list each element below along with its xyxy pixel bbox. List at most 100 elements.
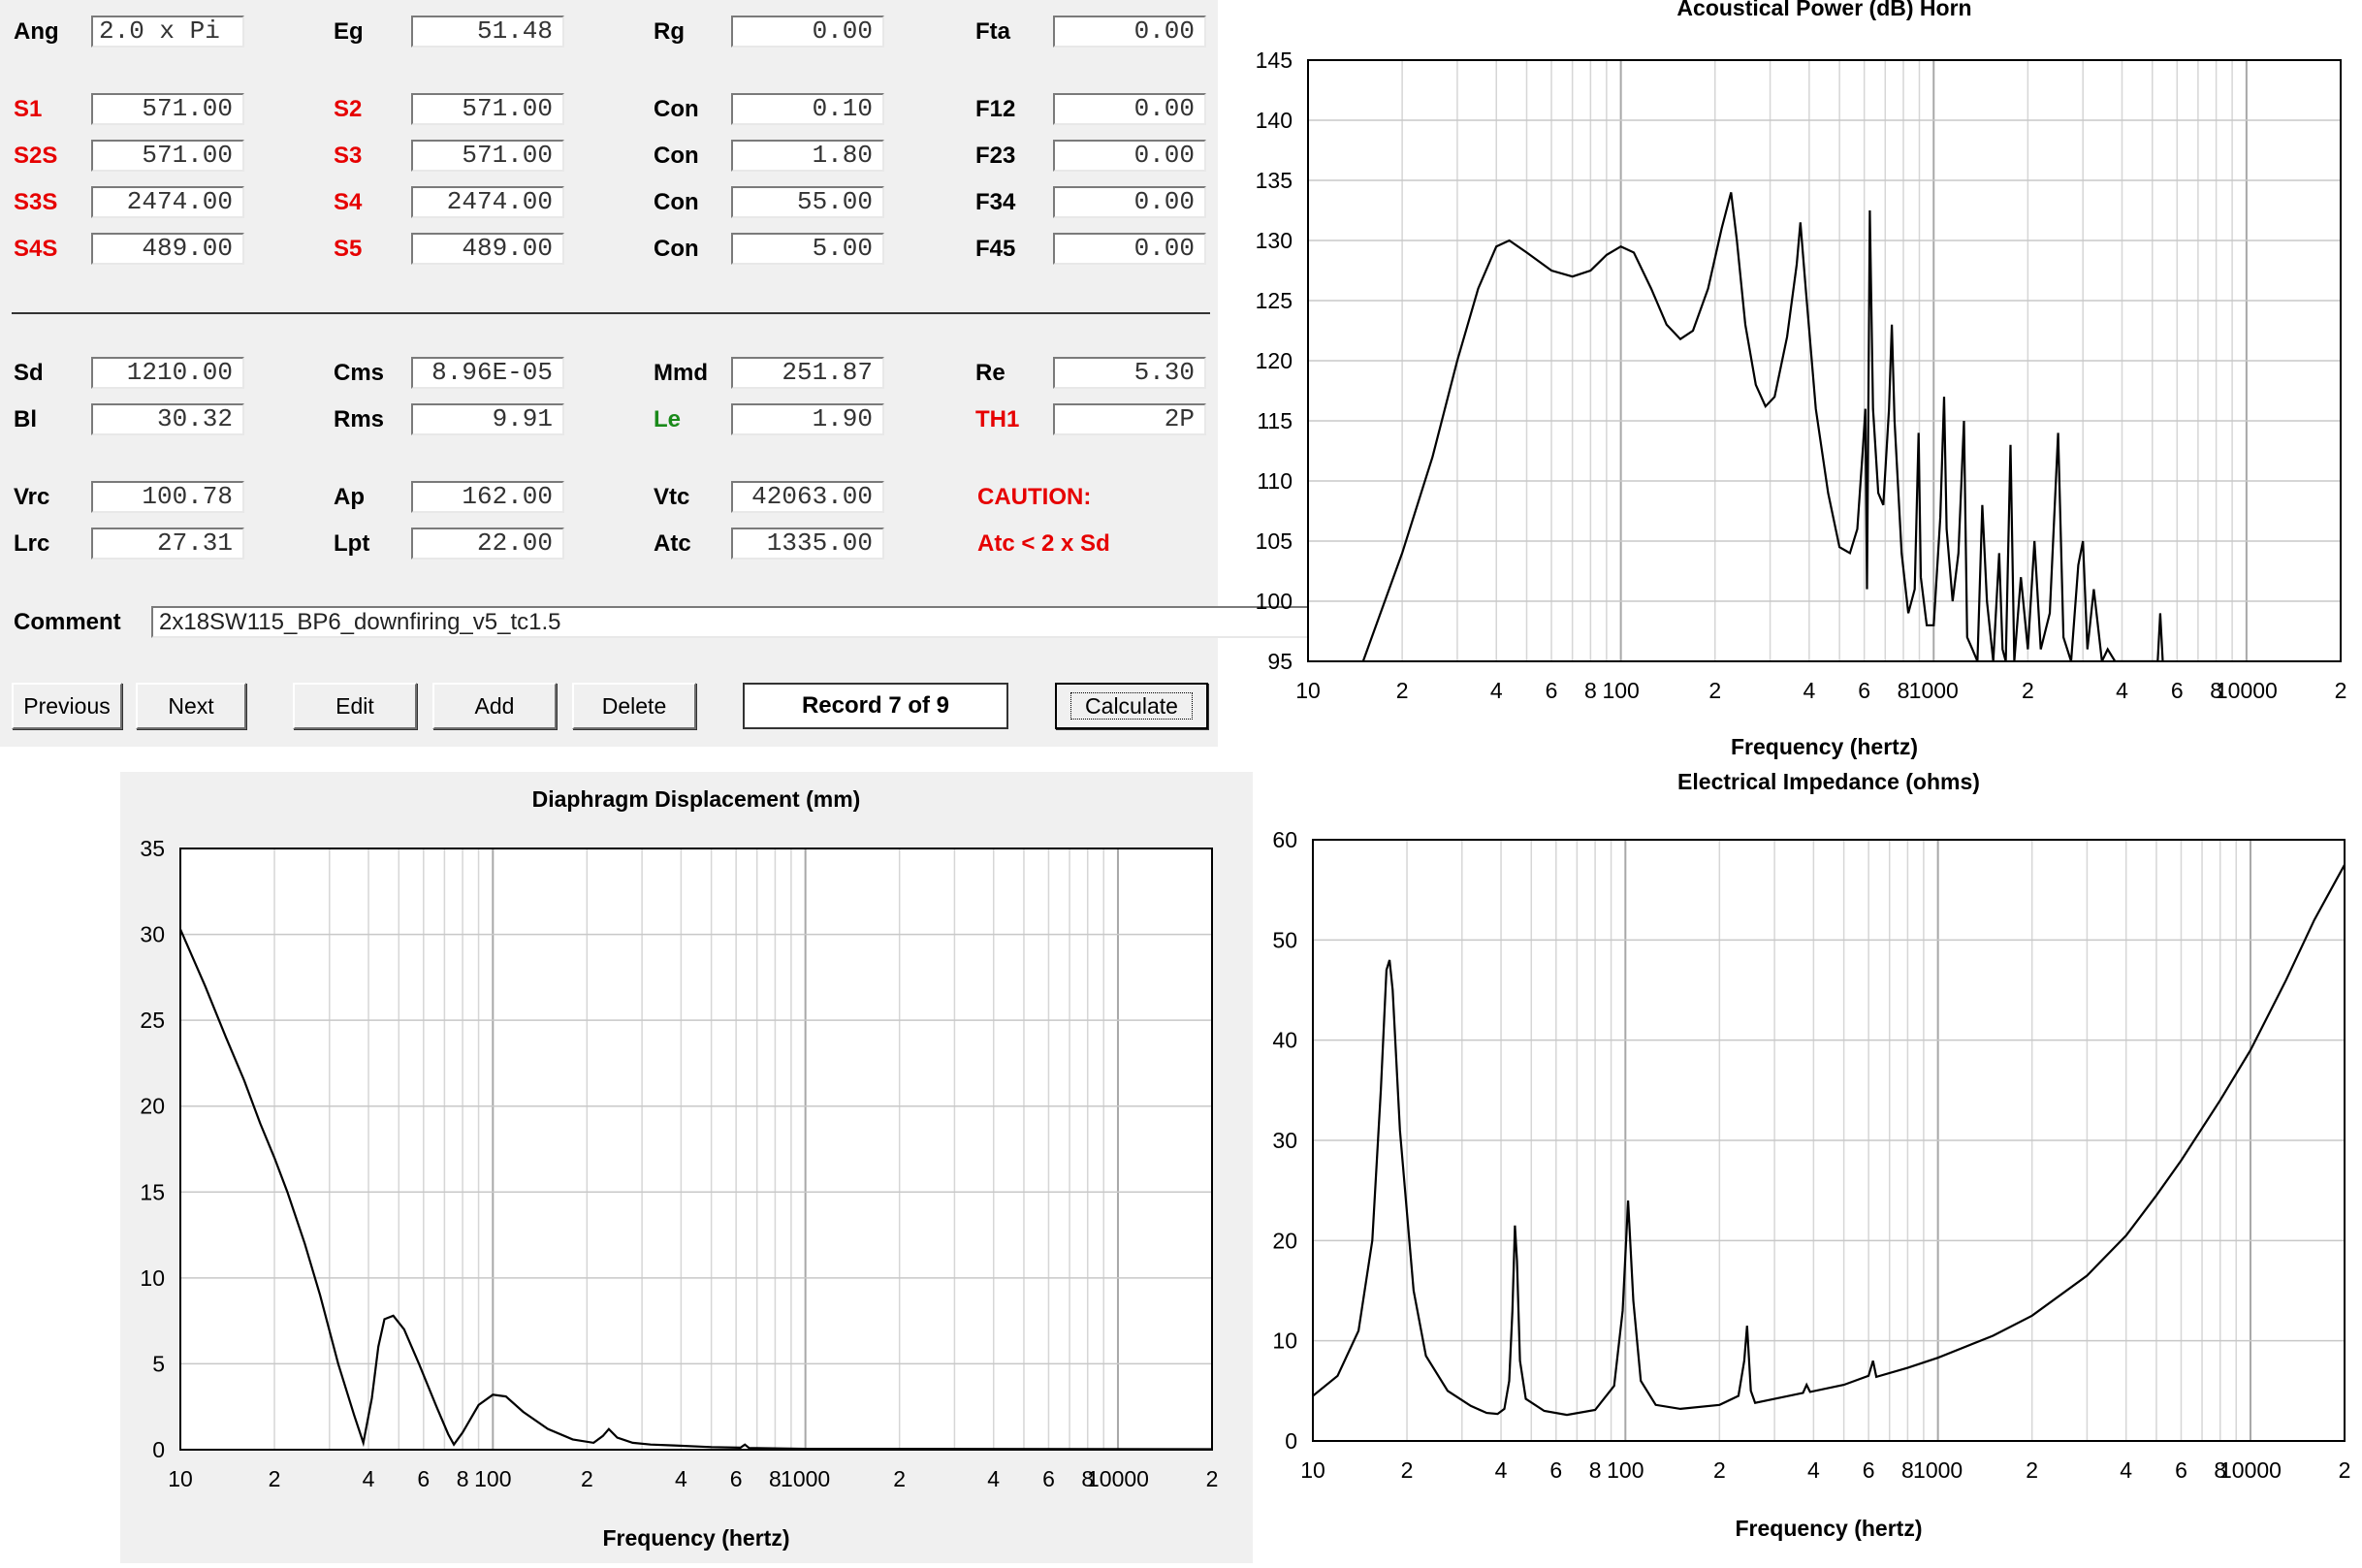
param-field-ap[interactable]: 162.00 xyxy=(411,481,564,513)
y-tick-label: 20 xyxy=(140,1094,165,1119)
param-field-s4s[interactable]: 489.00 xyxy=(91,233,244,265)
y-tick-label: 30 xyxy=(140,922,165,947)
param-field-s3[interactable]: 571.00 xyxy=(411,140,564,172)
y-tick-label: 10 xyxy=(140,1265,165,1291)
comment-label: Comment xyxy=(14,609,121,635)
y-tick-label: 145 xyxy=(1256,48,1293,73)
param-field-rg[interactable]: 0.00 xyxy=(731,16,884,48)
y-tick-label: 35 xyxy=(140,836,165,861)
param-label-s2s: S2S xyxy=(14,143,58,169)
record-indicator: Record 7 of 9 xyxy=(743,683,1008,729)
param-field-th1[interactable]: 2P xyxy=(1053,403,1206,435)
diaphragm-displacement-chart: 0 5 10 15 20 25 30 35 10 2 4 6 8 100 2 4 6 8 1000 2 4 6 8 10000… xyxy=(120,772,1253,1563)
param-label-ap: Ap xyxy=(334,484,365,510)
param-field-s2[interactable]: 571.00 xyxy=(411,93,564,125)
param-field-f23[interactable]: 0.00 xyxy=(1053,140,1206,172)
x-tick-label: 6 xyxy=(2171,678,2184,703)
x-tick-label: 6 xyxy=(1863,1457,1875,1483)
x-tick-label: 4 xyxy=(363,1466,375,1491)
x-tick-label: 2 xyxy=(1713,1457,1726,1483)
caution-label: CAUTION: xyxy=(977,484,1092,510)
x-tick-label: 1000 xyxy=(1909,678,1959,703)
x-tick-label: 6 xyxy=(417,1466,430,1491)
comment-field[interactable]: 2x18SW115_BP6_downfiring_v5_tc1.5 xyxy=(151,606,1346,638)
param-field-s3s[interactable]: 2474.00 xyxy=(91,186,244,218)
param-label-rg: Rg xyxy=(654,18,685,45)
param-field-con[interactable]: 1.80 xyxy=(731,140,884,172)
delete-button[interactable]: Delete xyxy=(572,683,696,729)
y-tick-label: 60 xyxy=(1272,827,1297,852)
caution-detail: Atc < 2 x Sd xyxy=(977,530,1110,557)
param-field-lpt[interactable]: 22.00 xyxy=(411,528,564,560)
param-field-f45[interactable]: 0.00 xyxy=(1053,233,1206,265)
x-tick-label: 6 xyxy=(1549,1457,1562,1483)
param-field-con[interactable]: 5.00 xyxy=(731,233,884,265)
param-field-con[interactable]: 0.10 xyxy=(731,93,884,125)
plot-area xyxy=(180,848,1212,1450)
param-field-rms[interactable]: 9.91 xyxy=(411,403,564,435)
param-label-s1: S1 xyxy=(14,96,43,122)
chart-title: Electrical Impedance (ohms) xyxy=(1677,769,1980,794)
x-tick-label: 8 xyxy=(1589,1457,1602,1483)
param-field-vtc[interactable]: 42063.00 xyxy=(731,481,884,513)
param-field-sd[interactable]: 1210.00 xyxy=(91,357,244,389)
param-field-re[interactable]: 5.30 xyxy=(1053,357,1206,389)
param-field-lrc[interactable]: 27.31 xyxy=(91,528,244,560)
x-tick-label: 6 xyxy=(1546,678,1558,703)
param-field-s1[interactable]: 571.00 xyxy=(91,93,244,125)
add-button[interactable]: Add xyxy=(432,683,557,729)
x-tick-label: 6 xyxy=(730,1466,743,1491)
y-tick-label: 135 xyxy=(1256,168,1293,193)
param-field-s5[interactable]: 489.00 xyxy=(411,233,564,265)
x-tick-label: 8 xyxy=(457,1466,469,1491)
next-button[interactable]: Next xyxy=(136,683,246,729)
param-field-atc[interactable]: 1335.00 xyxy=(731,528,884,560)
y-tick-label: 0 xyxy=(1285,1428,1297,1454)
param-field-eg[interactable]: 51.48 xyxy=(411,16,564,48)
param-label-sd: Sd xyxy=(14,360,44,386)
x-tick-label: 8 xyxy=(1901,1457,1914,1483)
y-tick-label: 130 xyxy=(1256,228,1293,253)
x-tick-label: 2 xyxy=(269,1466,281,1491)
param-label-f12: F12 xyxy=(975,96,1016,122)
param-field-f34[interactable]: 0.00 xyxy=(1053,186,1206,218)
param-label-ang: Ang xyxy=(14,18,59,45)
x-tick-label: 10 xyxy=(1300,1457,1325,1483)
edit-button[interactable]: Edit xyxy=(293,683,417,729)
x-tick-label: 10 xyxy=(1295,678,1321,703)
y-tick-label: 120 xyxy=(1256,348,1293,373)
param-field-bl[interactable]: 30.32 xyxy=(91,403,244,435)
previous-button[interactable]: Previous xyxy=(12,683,122,729)
param-label-s2: S2 xyxy=(334,96,363,122)
y-tick-label: 100 xyxy=(1256,589,1293,614)
param-field-s2s[interactable]: 571.00 xyxy=(91,140,244,172)
calculate-button[interactable]: Calculate xyxy=(1055,683,1208,729)
x-tick-label: 1000 xyxy=(781,1466,830,1491)
param-field-fta[interactable]: 0.00 xyxy=(1053,16,1206,48)
param-label-s3s: S3S xyxy=(14,189,58,215)
param-field-con[interactable]: 55.00 xyxy=(731,186,884,218)
param-field-ang[interactable]: 2.0 x Pi xyxy=(91,16,244,48)
x-tick-label: 100 xyxy=(474,1466,511,1491)
param-field-mmd[interactable]: 251.87 xyxy=(731,357,884,389)
param-field-f12[interactable]: 0.00 xyxy=(1053,93,1206,125)
x-tick-label: 8 xyxy=(1584,678,1597,703)
param-label-lrc: Lrc xyxy=(14,530,50,557)
param-label-rms: Rms xyxy=(334,406,385,432)
x-tick-label: 1000 xyxy=(1913,1457,1963,1483)
param-field-cms[interactable]: 8.96E-05 xyxy=(411,357,564,389)
x-tick-label: 2 xyxy=(2026,1457,2038,1483)
speaker-parameters-panel: Ang 2.0 x Pi Eg 51.48 Rg 0.00 Fta 0.00 S1 571.00 S… xyxy=(0,0,1346,747)
x-tick-label: 4 xyxy=(2116,678,2128,703)
param-label-mmd: Mmd xyxy=(654,360,708,386)
param-label-s5: S5 xyxy=(334,236,363,262)
param-field-le[interactable]: 1.90 xyxy=(731,403,884,435)
x-tick-label: 4 xyxy=(1807,1457,1820,1483)
y-tick-label: 125 xyxy=(1256,288,1293,313)
x-tick-label: 10 xyxy=(168,1466,193,1491)
y-tick-label: 0 xyxy=(152,1437,165,1462)
x-tick-label: 2 xyxy=(2335,678,2347,703)
param-field-vrc[interactable]: 100.78 xyxy=(91,481,244,513)
acoustical-power-chart: 95 100 105 110 115 120 125 130 135 140 145 10 2 4 6 8 10… xyxy=(1222,0,2362,766)
param-field-s4[interactable]: 2474.00 xyxy=(411,186,564,218)
